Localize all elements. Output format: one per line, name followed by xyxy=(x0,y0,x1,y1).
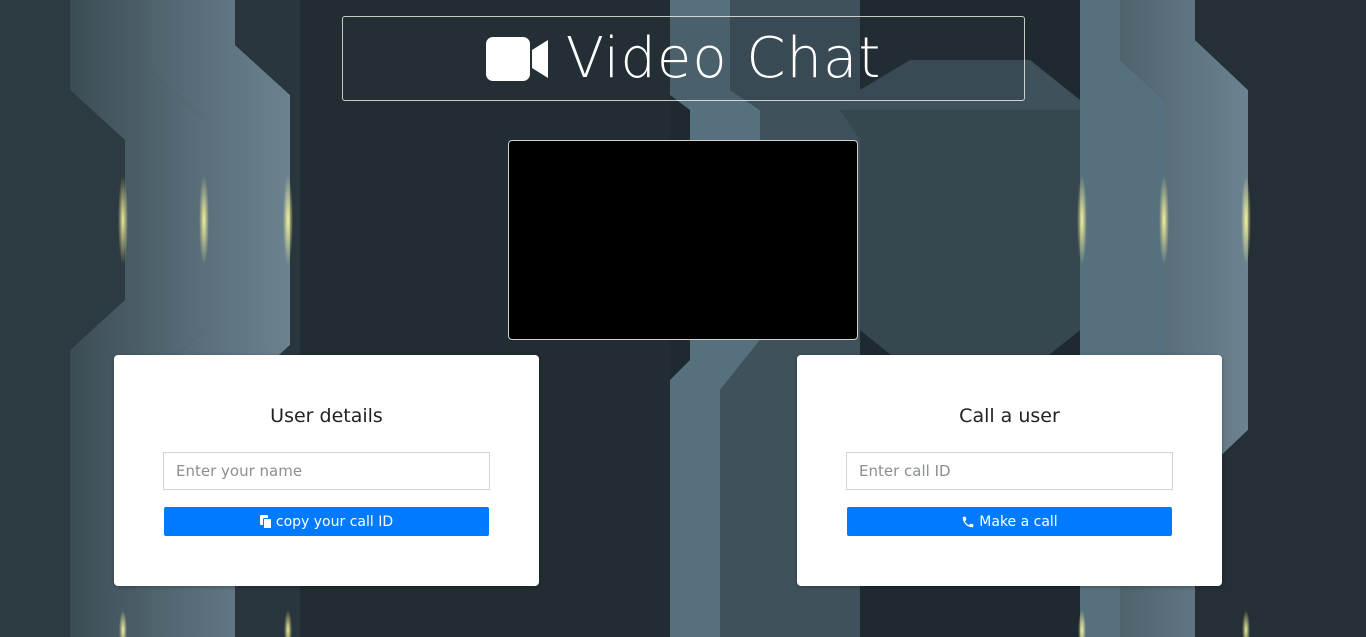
phone-icon xyxy=(963,516,974,527)
make-call-label: Make a call xyxy=(979,513,1058,530)
copy-call-id-button[interactable]: copy your call ID xyxy=(164,507,489,536)
video-camera-icon xyxy=(485,36,548,81)
app-title: Video Chat xyxy=(565,25,882,91)
app-header: Video Chat xyxy=(342,16,1025,101)
call-user-heading: Call a user xyxy=(959,405,1060,427)
copy-icon xyxy=(259,514,272,529)
user-details-heading: User details xyxy=(270,405,383,427)
call-id-input[interactable] xyxy=(846,452,1173,490)
make-call-button[interactable]: Make a call xyxy=(847,507,1172,536)
user-details-card: User details copy your call ID xyxy=(114,355,539,586)
video-preview xyxy=(508,140,858,340)
name-input[interactable] xyxy=(163,452,490,490)
copy-call-id-label: copy your call ID xyxy=(275,513,394,530)
call-user-card: Call a user Make a call xyxy=(797,355,1222,586)
